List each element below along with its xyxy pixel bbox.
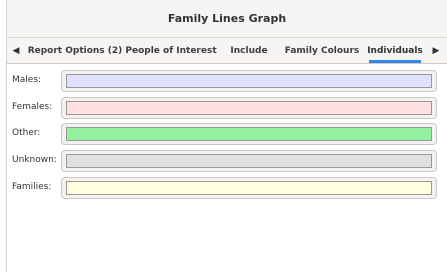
individuals-panel: Males: Females: Other: Unknown: Families [7,64,447,272]
unknown-row: Unknown: [7,150,447,174]
window-title: Family Lines Graph [167,12,287,25]
unknown-color-swatch [66,154,432,168]
family-lines-graph-dialog: Family Lines Graph ◀ Report Options (2) … [0,0,447,272]
tab-report-options[interactable]: Report Options (2) [27,38,123,63]
families-row: Families: [7,177,447,201]
tab-family-colours[interactable]: Family Colours [281,38,363,63]
tab-bar: ◀ Report Options (2) People of Interest … [7,38,447,64]
families-label: Families: [12,182,52,192]
tab-include[interactable]: Include [219,38,279,63]
males-color-swatch [66,74,432,88]
females-color-button[interactable] [61,97,437,119]
females-color-swatch [66,101,432,115]
families-color-button[interactable] [61,177,437,199]
window-left-edge [0,0,7,272]
other-color-swatch [66,127,432,141]
triangle-left-icon[interactable]: ◀ [7,38,25,63]
males-label: Males: [12,75,42,85]
triangle-right-icon[interactable]: ▶ [427,38,445,63]
males-row: Males: [7,70,447,94]
females-label: Females: [12,102,53,112]
other-color-button[interactable] [61,123,437,145]
families-color-swatch [66,181,432,195]
unknown-color-button[interactable] [61,150,437,172]
other-row: Other: [7,123,447,147]
tab-people-of-interest[interactable]: People of Interest [125,38,217,63]
females-row: Females: [7,97,447,121]
unknown-label: Unknown: [12,155,57,165]
males-color-button[interactable] [61,70,437,92]
title-bar: Family Lines Graph [7,0,447,38]
other-label: Other: [12,128,41,138]
tab-individuals[interactable]: Individuals [365,38,425,63]
